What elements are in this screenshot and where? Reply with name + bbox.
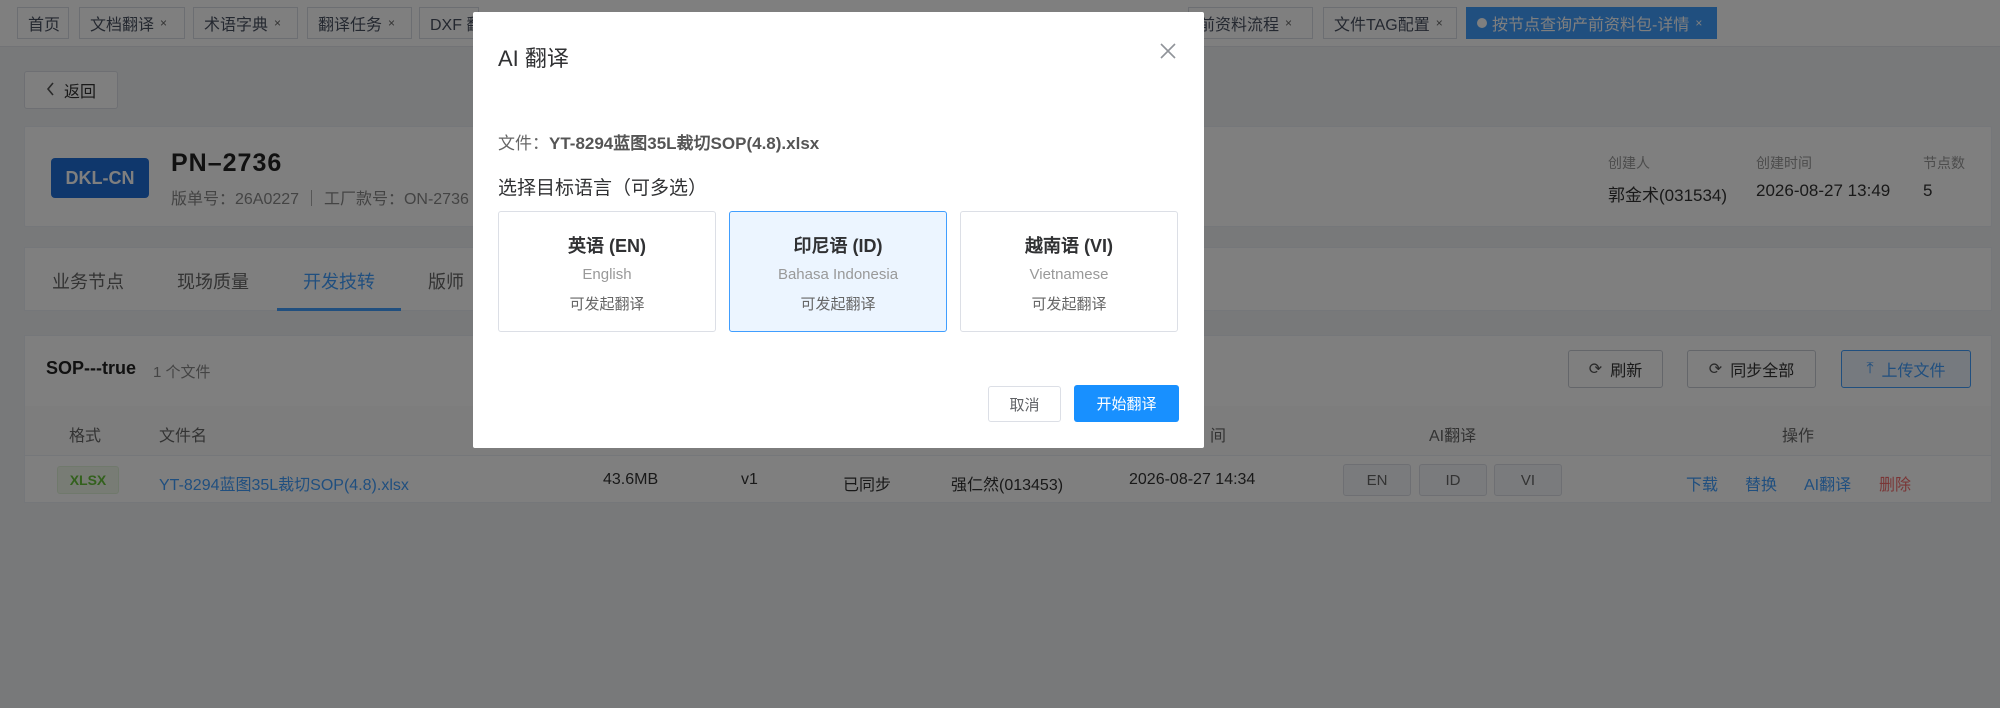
language-native: Vietnamese <box>1029 266 1109 283</box>
language-name: 越南语 (VI) <box>1025 236 1113 256</box>
language-option-en[interactable]: 英语 (EN) English 可发起翻译 <box>498 211 716 332</box>
language-option-vi[interactable]: 越南语 (VI) Vietnamese 可发起翻译 <box>960 211 1178 332</box>
dialog-title: AI 翻译 <box>498 46 569 71</box>
language-native: Bahasa Indonesia <box>777 266 899 283</box>
ai-translate-dialog: AI 翻译 文件：YT-8294蓝图35L裁切SOP(4.8).xlsx 选择目… <box>473 12 1204 448</box>
choose-language-label: 选择目标语言（可多选） <box>498 178 708 199</box>
language-status: 可发起翻译 <box>569 296 645 313</box>
language-option-id[interactable]: 印尼语 (ID) Bahasa Indonesia 可发起翻译 <box>729 211 947 332</box>
language-name: 英语 (EN) <box>568 236 646 256</box>
language-native: English <box>582 266 632 283</box>
start-translate-button[interactable]: 开始翻译 <box>1074 385 1179 422</box>
cancel-button[interactable]: 取消 <box>988 386 1061 422</box>
language-status: 可发起翻译 <box>800 296 876 313</box>
language-name: 印尼语 (ID) <box>793 236 883 256</box>
language-status: 可发起翻译 <box>1031 296 1107 313</box>
file-name: YT-8294蓝图35L裁切SOP(4.8).xlsx <box>549 134 820 153</box>
file-line: 文件：YT-8294蓝图35L裁切SOP(4.8).xlsx <box>498 129 819 154</box>
close-icon[interactable] <box>1156 40 1180 64</box>
file-prefix: 文件： <box>498 134 549 153</box>
